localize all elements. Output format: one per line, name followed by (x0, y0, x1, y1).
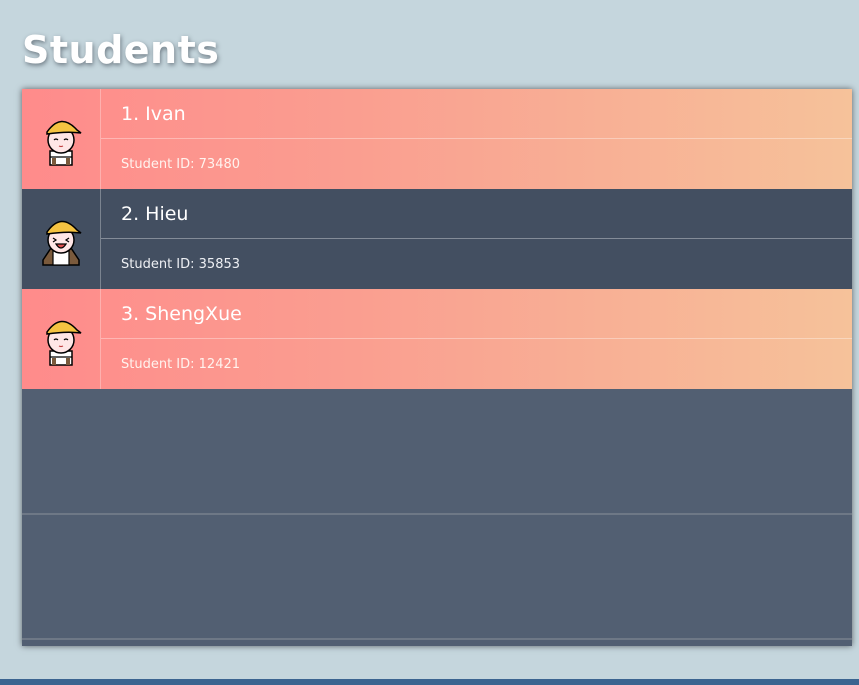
student-card[interactable]: 1. Ivan Student ID: 73480 (22, 89, 852, 189)
status-bar (0, 679, 859, 685)
avatar (22, 89, 101, 189)
empty-list-cell (22, 515, 852, 640)
student-id: Student ID: 35853 (121, 256, 241, 272)
avatar (22, 289, 101, 389)
student-avatar-icon (42, 220, 82, 266)
student-name: 3. ShengXue (101, 289, 852, 339)
student-card[interactable]: 3. ShengXue Student ID: 12421 (22, 289, 852, 389)
student-avatar-icon (46, 320, 82, 366)
student-id: Student ID: 12421 (121, 356, 241, 372)
student-list[interactable]: 1. Ivan Student ID: 73480 2. Hieu Studen… (22, 89, 852, 646)
student-card-selected[interactable]: 2. Hieu Student ID: 35853 (22, 189, 852, 289)
empty-list-cell (22, 389, 852, 515)
avatar (22, 189, 101, 289)
student-name: 2. Hieu (101, 189, 852, 239)
student-name: 1. Ivan (101, 89, 852, 139)
page-title: Students (22, 28, 220, 72)
student-avatar-icon (46, 120, 82, 166)
student-id: Student ID: 73480 (121, 156, 241, 172)
